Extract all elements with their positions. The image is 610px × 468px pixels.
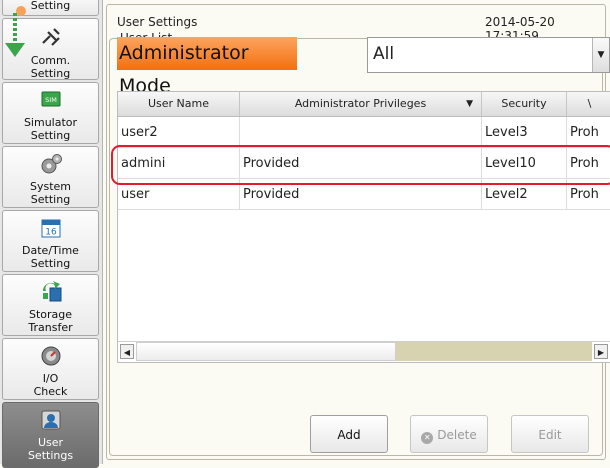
- calendar-icon: 16: [41, 219, 61, 238]
- sidebar-item-storage-transfer[interactable]: Storage Transfer: [2, 274, 99, 336]
- sidebar-item-label: I/O Check: [33, 372, 68, 398]
- filter-selected-value: All: [373, 44, 395, 64]
- gear-icon: [41, 154, 62, 174]
- sidebar-item-label: Simulator Setting: [23, 116, 78, 142]
- cell-extra: Proh: [570, 187, 599, 202]
- cell-user-name: user2: [118, 117, 240, 147]
- sidebar-item-label: Date/Time Setting: [22, 244, 79, 270]
- sidebar-item-simulator-setting[interactable]: SIM Simulator Setting: [2, 82, 99, 144]
- scrollbar-thumb[interactable]: [136, 342, 396, 361]
- user-icon: [41, 410, 61, 430]
- sidebar-item-label: Storage Transfer: [28, 308, 73, 334]
- scroll-left-icon[interactable]: ◀: [120, 344, 134, 359]
- sidebar-item-label: System Setting: [29, 180, 72, 206]
- sidebar-item-label: User Settings: [27, 436, 74, 462]
- sidebar-item-user-settings[interactable]: User Settings: [2, 402, 99, 468]
- chevron-down-icon[interactable]: ▼: [592, 38, 609, 72]
- scroll-right-icon[interactable]: ▶: [594, 344, 608, 359]
- cell-admin-privileges: Provided: [240, 148, 482, 178]
- sidebar: Setting Comm. Setting SIM Simulator Sett…: [0, 0, 103, 468]
- calendar-icon-text: 16: [45, 228, 57, 238]
- cell-security: Level2: [482, 179, 567, 209]
- sort-arrow-icon[interactable]: ▼: [466, 92, 473, 116]
- column-header-truncated[interactable]: \: [567, 92, 610, 116]
- comm-icon: [42, 28, 60, 46]
- cell-security: Level3: [482, 117, 567, 147]
- cell-user-name: user: [118, 179, 240, 209]
- table-header: User Name Administrator Privileges ▼ Sec…: [118, 92, 610, 117]
- edit-button[interactable]: Edit: [511, 415, 589, 453]
- delete-icon: ✕: [421, 432, 434, 444]
- scroll-down-indicator-icon[interactable]: [3, 5, 33, 65]
- delete-label: Delete: [437, 428, 477, 442]
- user-filter-select[interactable]: All ▼: [367, 37, 610, 73]
- user-table: User Name Administrator Privileges ▼ Sec…: [117, 91, 610, 363]
- delete-button[interactable]: ✕ Delete: [410, 415, 488, 453]
- column-header-admin-privileges[interactable]: Administrator Privileges ▼: [240, 92, 482, 116]
- cell-security: Level10: [482, 148, 567, 178]
- cell-user-name: admini: [118, 148, 240, 178]
- column-header-security[interactable]: Security: [482, 92, 567, 116]
- storage-transfer-icon: [42, 281, 62, 302]
- sidebar-item-datetime-setting[interactable]: 16 Date/Time Setting: [2, 210, 99, 272]
- table-row[interactable]: user2 Level3 Proh: [118, 117, 610, 148]
- administrator-mode-banner: Administrator Mode: [117, 37, 297, 97]
- table-row[interactable]: admini Provided Level10 Proh: [118, 148, 610, 179]
- sidebar-item-io-check[interactable]: I/O Check: [2, 338, 99, 400]
- column-header-user-name[interactable]: User Name: [118, 92, 240, 116]
- cell-admin-privileges: [240, 117, 482, 147]
- table-row[interactable]: user Provided Level2 Proh: [118, 179, 610, 210]
- add-button[interactable]: Add: [310, 415, 388, 453]
- cell-extra: Proh: [570, 156, 599, 171]
- sidebar-item-system-setting[interactable]: System Setting: [2, 146, 99, 208]
- sim-icon-text: SIM: [45, 96, 57, 104]
- cell-admin-privileges: Provided: [240, 179, 482, 209]
- cell-extra: Proh: [570, 125, 599, 140]
- scrollbar-track[interactable]: [396, 342, 592, 361]
- sim-icon: SIM: [41, 91, 61, 107]
- io-check-icon: [41, 346, 61, 366]
- main-panel: User Settings 2014-05-20 17:31:59 User L…: [106, 4, 610, 460]
- page-title: User Settings: [117, 15, 198, 29]
- horizontal-scrollbar[interactable]: ◀ ▶: [118, 341, 610, 362]
